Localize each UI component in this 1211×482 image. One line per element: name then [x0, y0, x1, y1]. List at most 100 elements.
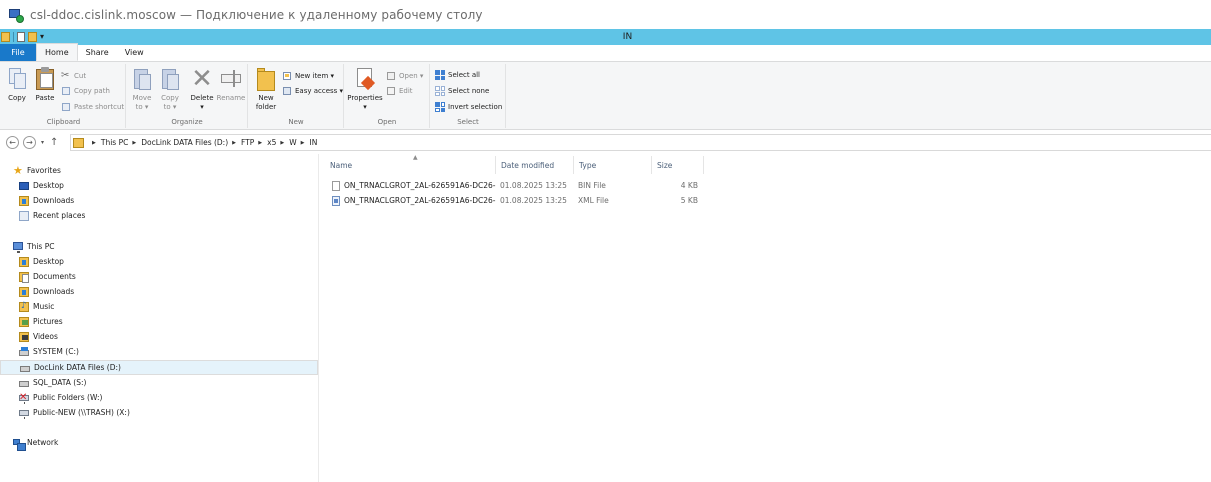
address-bar[interactable]: ▶ This PC ▶ DocLink DATA Files (D:) ▶ FTP ▶…	[70, 134, 1211, 151]
network-icon	[13, 438, 26, 451]
recent-locations-button[interactable]: ▾	[41, 139, 44, 146]
rename-button[interactable]: Rename	[216, 66, 246, 103]
nav-this-pc[interactable]: This PC	[13, 240, 54, 253]
system-drive-icon	[19, 346, 29, 357]
breadcrumb-w[interactable]: W	[289, 138, 296, 147]
cut-button[interactable]: ✂ Cut	[61, 70, 86, 82]
chevron-right-icon: ▶	[280, 139, 285, 146]
copy-path-icon	[61, 86, 71, 96]
window-title: IN	[622, 32, 633, 42]
clipboard-group: Copy Paste ✂ Cut Copy path Paste shortcu…	[2, 64, 126, 128]
ribbon: Copy Paste ✂ Cut Copy path Paste shortcu…	[0, 62, 1211, 130]
up-button[interactable]: ↑	[50, 137, 58, 148]
desktop-icon	[19, 181, 29, 191]
hard-drive-icon	[20, 363, 30, 373]
disconnected-network-drive-icon: ✕	[19, 391, 29, 404]
column-header-type[interactable]: Type	[574, 156, 652, 174]
nav-this-pc-downloads[interactable]: Downloads	[19, 285, 74, 298]
select-none-icon	[435, 86, 445, 96]
computer-icon	[13, 241, 23, 253]
select-group-label: Select	[457, 118, 479, 126]
properties-icon	[354, 66, 376, 92]
file-row[interactable]: ON_TRNACLGROT_2AL-626591A6-DC26-... 01.0…	[330, 194, 710, 208]
recent-places-icon	[19, 210, 29, 221]
nav-documents[interactable]: Documents	[19, 270, 76, 283]
properties-button[interactable]: Properties ▾	[347, 66, 383, 112]
music-icon	[19, 301, 29, 312]
nav-pictures[interactable]: Pictures	[19, 315, 63, 328]
tab-home[interactable]: Home	[36, 43, 78, 61]
file-date-modified: 01.08.2025 13:25	[500, 196, 567, 205]
file-name: ON_TRNACLGROT_2AL-626591A6-DC26-...	[344, 196, 496, 205]
paste-button[interactable]: Paste	[32, 66, 58, 103]
paste-shortcut-button[interactable]: Paste shortcut	[61, 101, 124, 113]
tab-share[interactable]: Share	[78, 44, 117, 61]
easy-access-button[interactable]: Easy access ▾	[282, 85, 343, 97]
nav-network[interactable]: Network	[13, 436, 58, 451]
rdp-title-bar: csl-ddoc.cislink.moscow — Подключение к …	[0, 0, 1211, 29]
navigation-pane: ★ Favorites Desktop Downloads Recent pla…	[0, 154, 319, 482]
nav-this-pc-desktop[interactable]: Desktop	[19, 255, 64, 268]
copy-button[interactable]: Copy	[4, 66, 30, 103]
column-header-name[interactable]: ▲ Name	[325, 154, 496, 174]
column-header-date-modified[interactable]: Date modified	[496, 156, 574, 174]
delete-button[interactable]: ✕ Delete ▾	[188, 66, 216, 112]
nav-public-folders-drive[interactable]: ✕ Public Folders (W:)	[19, 391, 102, 404]
tab-file[interactable]: File	[0, 44, 36, 61]
new-item-button[interactable]: New item ▾	[282, 70, 334, 82]
new-group: New folder New item ▾ Easy access ▾ New	[249, 64, 344, 128]
easy-access-icon	[282, 86, 292, 96]
chevron-right-icon: ▶	[232, 139, 236, 146]
bin-file-icon	[332, 181, 340, 191]
nav-favorites-desktop[interactable]: Desktop	[19, 179, 64, 192]
select-group: Select all Select none Invert selection …	[431, 64, 506, 128]
select-all-icon	[435, 70, 445, 80]
breadcrumb-in[interactable]: IN	[310, 138, 318, 147]
open-group: Properties ▾ Open ▾ Edit Open	[345, 64, 430, 128]
documents-icon	[19, 271, 29, 283]
nav-system-drive[interactable]: SYSTEM (C:)	[19, 345, 79, 358]
column-header-size[interactable]: Size	[652, 156, 704, 174]
file-size: 5 KB	[680, 196, 698, 205]
organize-group: Move to ▾ Copy to ▾ ✕ Delete ▾ Rename Or…	[127, 64, 248, 128]
chevron-right-icon: ▶	[132, 139, 137, 146]
move-to-icon	[131, 66, 153, 92]
nav-favorites-recent-places[interactable]: Recent places	[19, 209, 85, 222]
nav-public-new-drive[interactable]: Public-NEW (\\TRASH) (X:)	[19, 406, 130, 419]
invert-selection-button[interactable]: Invert selection	[435, 101, 502, 113]
copy-path-button[interactable]: Copy path	[61, 85, 110, 97]
file-row[interactable]: ON_TRNACLGROT_2AL-626591A6-DC26-... 01.0…	[330, 179, 710, 193]
nav-videos[interactable]: Videos	[19, 330, 58, 343]
address-row: ← → ▾ ↑ ▶ This PC ▶ DocLink DATA Files (D:…	[0, 131, 1211, 154]
file-name: ON_TRNACLGROT_2AL-626591A6-DC26-...	[344, 181, 496, 190]
breadcrumb-doclink-data[interactable]: DocLink DATA Files (D:)	[141, 138, 228, 147]
edit-button[interactable]: Edit	[386, 85, 413, 97]
desktop-folder-icon	[19, 256, 29, 267]
chevron-right-icon: ▶	[92, 139, 96, 146]
breadcrumb-ftp[interactable]: FTP	[241, 138, 254, 147]
nav-doclink-data-drive[interactable]: DocLink DATA Files (D:)	[0, 360, 318, 375]
star-icon: ★	[13, 163, 23, 177]
copy-to-button[interactable]: Copy to ▾	[157, 66, 183, 112]
copy-icon	[6, 66, 28, 92]
move-to-button[interactable]: Move to ▾	[129, 66, 155, 112]
back-button[interactable]: ←	[6, 136, 19, 149]
file-type: XML File	[578, 196, 609, 205]
breadcrumb-x5[interactable]: x5	[267, 138, 276, 147]
nav-sql-data-drive[interactable]: SQL_DATA (S:)	[19, 376, 86, 389]
nav-music[interactable]: Music	[19, 300, 54, 313]
nav-favorites[interactable]: ★ Favorites	[13, 164, 61, 177]
breadcrumb-this-pc[interactable]: This PC	[101, 138, 128, 147]
new-folder-button[interactable]: New folder	[252, 66, 280, 112]
downloads-icon	[19, 286, 29, 297]
open-icon	[386, 71, 396, 81]
new-folder-icon	[255, 66, 277, 92]
open-button[interactable]: Open ▾	[386, 70, 423, 82]
edit-icon	[386, 86, 396, 96]
nav-favorites-downloads[interactable]: Downloads	[19, 194, 74, 207]
forward-button[interactable]: →	[23, 136, 36, 149]
tab-view[interactable]: View	[117, 44, 152, 61]
select-all-button[interactable]: Select all	[435, 69, 480, 81]
copy-to-icon	[159, 66, 181, 92]
select-none-button[interactable]: Select none	[435, 85, 489, 97]
